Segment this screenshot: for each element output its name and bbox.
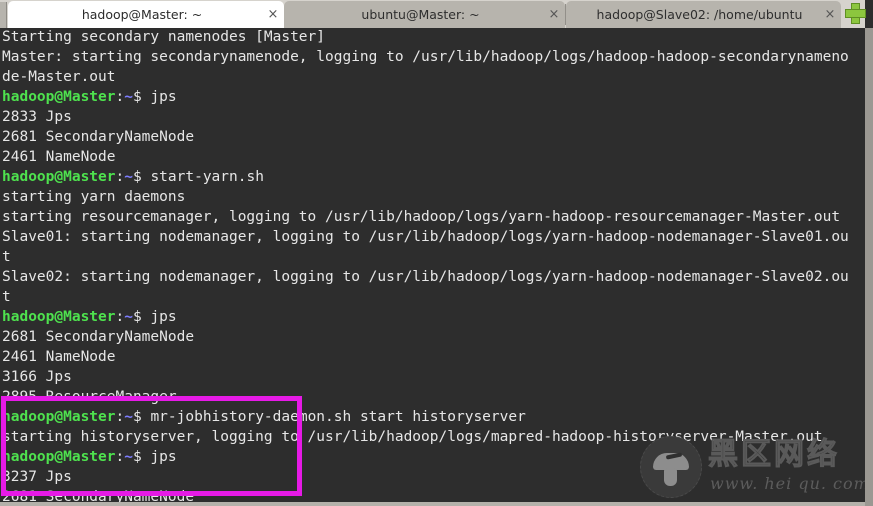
terminal-output-line: 2681 SecondaryNameNode xyxy=(2,489,195,502)
prompt-user: hadoop@Master xyxy=(2,309,116,325)
terminal-command-text: mr-jobhistory-daemon.sh start historyser… xyxy=(150,409,526,425)
tab-hadoop-master[interactable]: hadoop@Master: ~ × xyxy=(8,1,284,28)
terminal-output-line: starting resourcemanager, logging to /us… xyxy=(2,209,841,225)
prompt-dollar: $ xyxy=(132,409,151,425)
tab-label: hadoop@Master: ~ xyxy=(81,7,203,22)
terminal-window: hadoop@Master: ~ × ubuntu@Master: ~ × ha… xyxy=(0,0,867,502)
terminal-output-line: t xyxy=(2,289,11,305)
prompt-path: ~ xyxy=(124,409,133,425)
terminal-command-line: hadoop@Master:~$ jps xyxy=(2,87,849,107)
terminal-output-line: starting yarn daemons xyxy=(2,189,186,205)
terminal-output-line: 2461 NameNode xyxy=(2,149,116,165)
terminal-command-line: hadoop@Master:~$ jps xyxy=(2,307,849,327)
close-icon[interactable]: × xyxy=(262,8,284,21)
tab-partial-sliver[interactable] xyxy=(0,2,7,28)
terminal-command-text: start-yarn.sh xyxy=(150,169,264,185)
terminal-output-line: 3237 Jps xyxy=(2,469,72,485)
prompt-dollar: $ xyxy=(132,309,151,325)
screenshot-root: 395 bytesUnknown19:08 194.2 MBArchive17:… xyxy=(0,0,873,506)
prompt-user: hadoop@Master xyxy=(2,169,116,185)
prompt-path: ~ xyxy=(124,169,133,185)
terminal-output-line: 2461 NameNode xyxy=(2,349,116,365)
tab-label: ubuntu@Master: ~ xyxy=(361,7,480,22)
window-bottom-edge xyxy=(0,502,873,506)
terminal-output-line: starting historyserver, logging to /usr/… xyxy=(2,429,823,445)
plus-icon-core xyxy=(852,10,859,17)
terminal-output-line: 2895 ResourceManager xyxy=(2,389,177,405)
terminal-output-line: Slave02: starting nodemanager, logging t… xyxy=(2,269,849,285)
terminal-command-line: hadoop@Master:~$ start-yarn.sh xyxy=(2,167,849,187)
prompt-user: hadoop@Master xyxy=(2,449,116,465)
prompt-path: ~ xyxy=(124,449,133,465)
terminal-command-text: jps xyxy=(150,89,177,105)
close-icon[interactable]: × xyxy=(819,8,841,21)
prompt-user: hadoop@Master xyxy=(2,89,116,105)
terminal-output-line: 2681 SecondaryNameNode xyxy=(2,329,195,345)
terminal-output-area[interactable]: Starting secondary namenodes [Master] Mas… xyxy=(0,28,865,502)
terminal-output-line: Starting secondary namenodes [Master] xyxy=(2,29,326,45)
terminal-command-text: jps xyxy=(150,309,177,325)
window-right-edge xyxy=(865,28,873,506)
tab-strip: hadoop@Master: ~ × ubuntu@Master: ~ × ha… xyxy=(0,0,867,28)
terminal-command-line: hadoop@Master:~$ jps xyxy=(2,447,849,467)
prompt-separator: : xyxy=(115,449,125,465)
terminal-command-line: hadoop@Master:~$ mr-jobhistory-daemon.sh… xyxy=(2,407,849,427)
terminal-output-line: 2681 SecondaryNameNode xyxy=(2,129,195,145)
terminal-output-line: t xyxy=(2,249,11,265)
prompt-dollar: $ xyxy=(132,89,151,105)
tab-hadoop-slave02[interactable]: hadoop@Slave02: /home/ubuntu × xyxy=(566,1,841,28)
close-icon[interactable]: × xyxy=(543,8,565,21)
tab-label: hadoop@Slave02: /home/ubuntu xyxy=(596,7,803,22)
terminal-command-text: jps xyxy=(150,449,177,465)
terminal-output-line: de-Master.out xyxy=(2,69,116,85)
terminal-output-line: Master: starting secondarynamenode, logg… xyxy=(2,49,849,65)
terminal-text: Starting secondary namenodes [Master] Mas… xyxy=(2,28,849,502)
prompt-path: ~ xyxy=(124,89,133,105)
terminal-output-line: Slave01: starting nodemanager, logging t… xyxy=(2,229,849,245)
prompt-user: hadoop@Master xyxy=(2,409,116,425)
new-tab-button[interactable] xyxy=(845,3,867,25)
prompt-separator: : xyxy=(115,89,125,105)
tab-ubuntu-master[interactable]: ubuntu@Master: ~ × xyxy=(284,1,565,28)
prompt-path: ~ xyxy=(124,309,133,325)
terminal-output-line: 2833 Jps xyxy=(2,109,72,125)
terminal-output-line: 3166 Jps xyxy=(2,369,72,385)
prompt-separator: : xyxy=(115,409,125,425)
prompt-separator: : xyxy=(115,169,125,185)
prompt-dollar: $ xyxy=(132,449,151,465)
prompt-separator: : xyxy=(115,309,125,325)
prompt-dollar: $ xyxy=(132,169,151,185)
